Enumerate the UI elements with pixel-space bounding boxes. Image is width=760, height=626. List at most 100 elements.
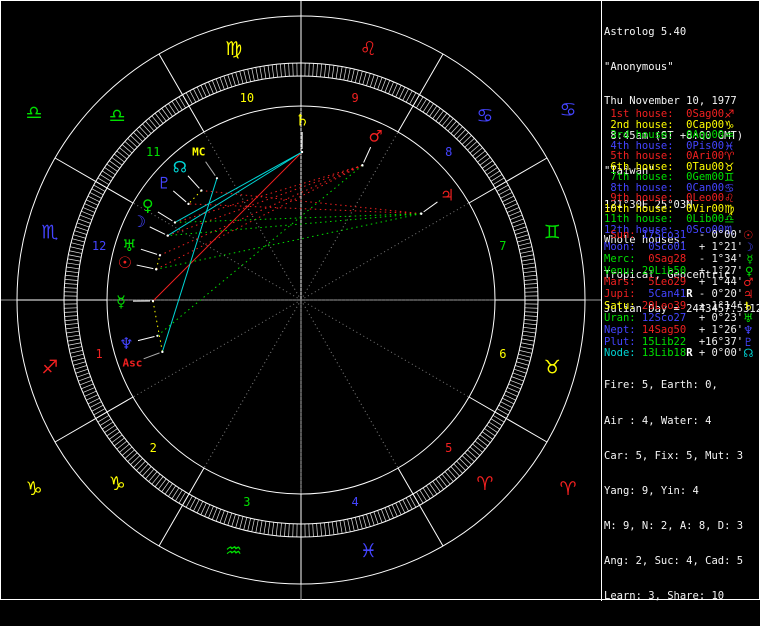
degree-tick — [378, 510, 382, 522]
sign-glyph-aries: ♈ — [476, 473, 493, 495]
chart-name: "Anonymous" — [604, 62, 760, 74]
degree-tick — [252, 68, 255, 81]
stats-mnad: M: 9, N: 2, A: 8, D: 3 — [604, 521, 743, 533]
planet-position: 17Sco31 — [636, 229, 687, 241]
sign-glyph-leo: ♌ — [360, 38, 377, 60]
degree-tick — [142, 466, 151, 476]
degree-tick — [228, 513, 232, 525]
degree-tick — [313, 524, 314, 537]
aspect-endpoint-dot — [187, 203, 189, 205]
house-cusp-inner-dotted — [204, 132, 301, 300]
aspect-square-line — [156, 165, 362, 269]
degree-tick — [521, 255, 534, 257]
degree-tick — [256, 67, 258, 80]
degree-tick — [524, 316, 537, 317]
degree-tick — [475, 151, 485, 159]
planet-position: 5Leo29 — [636, 276, 687, 288]
sign-glyph-pisces: ♓ — [360, 540, 377, 562]
degree-tick — [88, 398, 100, 404]
planet-label: Venu: — [604, 265, 636, 277]
chart-date: Thu November 10, 1977 — [604, 96, 760, 108]
degree-tick — [351, 69, 354, 82]
degree-tick — [284, 523, 285, 536]
neptune-pointer — [138, 337, 154, 341]
aspect-endpoint-dot — [420, 213, 422, 215]
degree-tick — [125, 141, 135, 150]
house-number-2: 2 — [150, 441, 157, 455]
degree-tick — [216, 509, 221, 521]
planet-label: Satu: — [604, 300, 636, 312]
degree-tick — [506, 391, 518, 396]
degree-tick — [465, 138, 475, 147]
aspect-sextile-line — [175, 152, 302, 222]
sign-glyph-sagittarius: ♐ — [41, 356, 58, 378]
degree-tick — [467, 141, 477, 150]
degree-tick — [470, 145, 480, 154]
asc-label: Asc — [122, 357, 142, 370]
house-number-5: 5 — [445, 441, 452, 455]
planet-glyph-neptune: ♆ — [119, 334, 133, 353]
degree-tick — [510, 215, 522, 220]
degree-tick — [268, 522, 270, 535]
corner-sign-glyph-capricorn: ♑ — [25, 478, 42, 500]
degree-tick — [321, 523, 322, 536]
degree-tick — [525, 312, 538, 313]
degree-tick — [289, 524, 290, 537]
degree-tick — [66, 271, 79, 273]
degree-tick — [517, 239, 530, 242]
degree-tick — [442, 116, 450, 126]
degree-tick — [504, 200, 516, 205]
degree-tick — [506, 204, 518, 209]
degree-tick — [81, 384, 93, 389]
degree-tick — [448, 469, 457, 479]
degree-tick — [520, 347, 533, 350]
degree-tick — [131, 135, 140, 144]
planet-label: Uran: — [604, 312, 636, 324]
degree-tick — [439, 113, 447, 123]
degree-tick — [139, 464, 148, 474]
degree-tick — [399, 87, 405, 99]
pluto-pointer — [173, 191, 186, 202]
planet-label: Jupi: — [604, 288, 636, 300]
degree-tick — [216, 79, 221, 91]
sign-glyph-libra: ♎ — [109, 105, 126, 127]
house-number-9: 9 — [351, 91, 358, 105]
planet-position: 15Lib22 — [636, 336, 687, 348]
degree-tick — [513, 373, 525, 377]
degree-tick — [522, 259, 535, 261]
degree-tick — [276, 64, 277, 77]
degree-tick — [280, 523, 281, 536]
degree-tick — [152, 474, 160, 484]
degree-tick — [65, 323, 78, 324]
degree-tick — [445, 118, 453, 128]
degree-tick — [511, 219, 523, 223]
planet-label: Sun: — [604, 229, 636, 241]
degree-tick — [69, 347, 82, 350]
degree-tick — [70, 350, 83, 353]
aspect-square-line — [168, 165, 363, 235]
degree-tick — [351, 518, 354, 531]
degree-tick — [83, 207, 95, 212]
degree-tick — [465, 453, 475, 462]
degree-tick — [502, 398, 514, 404]
degree-tick — [459, 132, 468, 141]
degree-tick — [272, 65, 274, 78]
degree-tick — [366, 73, 370, 85]
house-cusp-inner-dotted — [301, 132, 398, 300]
uranus-pointer — [141, 249, 157, 254]
degree-tick — [289, 63, 290, 76]
degree-tick — [86, 395, 98, 400]
stats-modes: Car: 5, Fix: 5, Mut: 3 — [604, 451, 743, 463]
degree-tick — [516, 362, 528, 366]
degree-tick — [514, 369, 526, 373]
planet-velocity: +16°37' — [693, 336, 744, 348]
aspect-endpoint-dot — [174, 221, 176, 223]
node-pointer — [188, 176, 199, 189]
degree-tick — [525, 288, 538, 289]
degree-tick — [65, 320, 78, 321]
aspect-endpoint-dot — [216, 177, 218, 179]
planet-position: 12Sco27 — [636, 312, 687, 324]
degree-tick — [68, 339, 81, 341]
degree-tick — [248, 69, 251, 82]
planet-glyph-sun: ☉ — [118, 253, 132, 272]
